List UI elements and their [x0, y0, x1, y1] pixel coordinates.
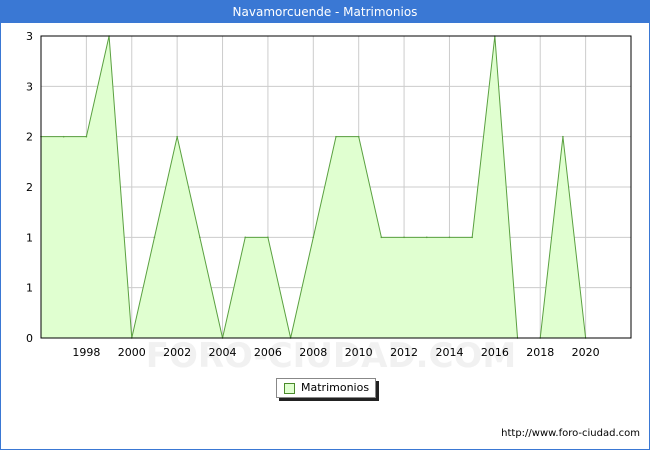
legend-label: Matrimonios	[301, 381, 370, 394]
y-tick-label: 1	[26, 282, 33, 295]
x-tick-label: 2002	[163, 346, 191, 359]
data-point	[199, 236, 201, 239]
footer-url: http://www.foro-ciudad.com	[501, 428, 640, 439]
data-point	[425, 236, 428, 239]
data-point	[357, 135, 360, 138]
y-tick-label: 3	[26, 30, 33, 43]
data-point	[403, 236, 405, 239]
data-point	[448, 236, 451, 239]
y-tick-label: 2	[26, 131, 33, 144]
data-point	[244, 236, 247, 239]
x-tick-label: 2014	[435, 346, 463, 359]
x-tick-label: 1998	[72, 346, 100, 359]
data-point	[471, 236, 473, 239]
data-point	[62, 135, 65, 138]
data-point	[176, 135, 178, 138]
x-tick-label: 2016	[481, 346, 509, 359]
y-tick-label: 2	[26, 181, 33, 194]
x-tick-label: 2012	[390, 346, 418, 359]
x-tick-label: 2010	[345, 346, 373, 359]
y-tick-label: 0	[26, 332, 33, 345]
data-point	[153, 236, 156, 239]
data-point	[267, 236, 269, 239]
x-tick-label: 2018	[526, 346, 554, 359]
y-tick-label: 1	[26, 231, 33, 244]
y-axis-ticks: 0 1 1 2 2 3 3	[26, 30, 33, 345]
legend: Matrimonios	[276, 378, 376, 398]
x-tick-label: 2004	[209, 346, 237, 359]
y-tick-label: 3	[26, 80, 33, 93]
data-point	[335, 135, 337, 138]
data-point	[85, 135, 88, 138]
data-point	[312, 236, 315, 239]
x-tick-label: 2020	[572, 346, 600, 359]
data-point	[380, 236, 383, 239]
data-point	[562, 135, 564, 138]
x-tick-label: 2006	[254, 346, 282, 359]
x-tick-label: 2000	[118, 346, 146, 359]
x-tick-label: 2008	[299, 346, 327, 359]
chart-frame: Navamorcuende - Matrimonios FORO-CIUDAD.…	[0, 0, 650, 450]
legend-swatch	[284, 383, 295, 394]
